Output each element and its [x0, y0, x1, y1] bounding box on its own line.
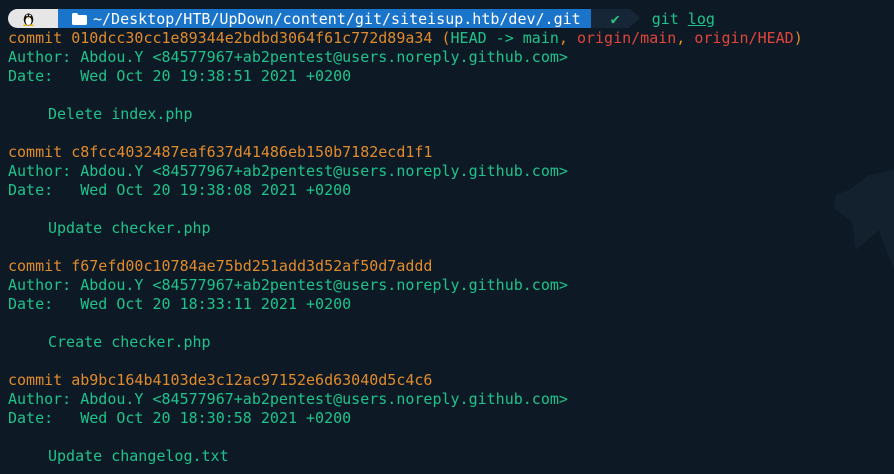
- commit-label: commit: [8, 29, 63, 47]
- ref-head: HEAD -> main: [450, 29, 559, 47]
- commit-hash: ab9bc164b4103de3c12ac97152e6d63040d5c4c6: [71, 371, 433, 389]
- date-value: Wed Oct 20 18:30:58 2021 +0200: [80, 409, 352, 427]
- commit-label: commit: [8, 143, 63, 161]
- author-line: Author: Abdou.Y <84577967+ab2pentest@use…: [8, 390, 894, 409]
- shell-prompt: ~/Desktop/HTB/UpDown/content/git/siteisu…: [8, 9, 715, 28]
- commit-label: commit: [8, 257, 63, 275]
- commit-hash: c8fcc4032487eaf637d41486eb150b7182ecd1f1: [71, 143, 433, 161]
- commit-line: commit c8fcc4032487eaf637d41486eb150b718…: [8, 143, 894, 162]
- commit-message: Update changelog.txt: [48, 447, 229, 465]
- refs-separator: ,: [558, 29, 577, 47]
- refs-close-paren: ): [793, 29, 803, 47]
- author-label: Author:: [8, 276, 72, 294]
- prompt-os-segment: [8, 9, 68, 28]
- refs-open-paren: (: [441, 29, 451, 47]
- author-value: Abdou.Y <84577967+ab2pentest@users.norep…: [80, 48, 568, 66]
- author-value: Abdou.Y <84577967+ab2pentest@users.norep…: [80, 390, 568, 408]
- commit-line: commit f67efd00c10784ae75bd251add3d52af5…: [8, 257, 894, 276]
- commit-label: commit: [8, 371, 63, 389]
- date-line: Date: Wed Oct 20 19:38:08 2021 +0200: [8, 181, 894, 200]
- date-line: Date: Wed Oct 20 18:33:11 2021 +0200: [8, 295, 894, 314]
- commit-hash: 010dcc30cc1e89344e2bdbd3064f61c772d89a34: [71, 29, 433, 47]
- date-value: Wed Oct 20 18:33:11 2021 +0200: [80, 295, 352, 313]
- ref-origin-head: origin/HEAD: [694, 29, 794, 47]
- date-label: Date:: [8, 181, 54, 199]
- author-value: Abdou.Y <84577967+ab2pentest@users.norep…: [80, 162, 568, 180]
- ref-origin-main: origin/main: [576, 29, 677, 47]
- commit-message: Create checker.php: [48, 333, 211, 351]
- date-label: Date:: [8, 409, 54, 427]
- prompt-status-segment: ✔: [590, 9, 640, 28]
- commit-message: Delete index.php: [48, 105, 193, 123]
- commit-line: commit 010dcc30cc1e89344e2bdbd3064f61c77…: [8, 29, 894, 48]
- command-name: git: [651, 9, 679, 28]
- date-line: Date: Wed Oct 20 19:38:51 2021 +0200: [8, 67, 894, 86]
- author-line: Author: Abdou.Y <84577967+ab2pentest@use…: [8, 276, 894, 295]
- git-log-output: commit 010dcc30cc1e89344e2bdbd3064f61c77…: [8, 29, 894, 466]
- author-line: Author: Abdou.Y <84577967+ab2pentest@use…: [8, 162, 894, 181]
- refs-separator: ,: [676, 29, 695, 47]
- folder-icon: [72, 12, 87, 25]
- command-argument: log: [687, 9, 715, 28]
- date-value: Wed Oct 20 19:38:51 2021 +0200: [80, 67, 352, 85]
- date-line: Date: Wed Oct 20 18:30:58 2021 +0200: [8, 409, 894, 428]
- date-label: Date:: [8, 67, 54, 85]
- author-label: Author:: [8, 162, 72, 180]
- linux-penguin-icon: [23, 13, 34, 26]
- command-line[interactable]: git log: [652, 10, 715, 28]
- author-label: Author:: [8, 390, 72, 408]
- prompt-path-segment: ~/Desktop/HTB/UpDown/content/git/siteisu…: [58, 9, 601, 28]
- prompt-path-text: ~/Desktop/HTB/UpDown/content/git/siteisu…: [93, 9, 581, 28]
- checkmark-icon: ✔: [610, 9, 620, 28]
- commit-hash: f67efd00c10784ae75bd251add3d52af50d7addd: [71, 257, 433, 275]
- date-value: Wed Oct 20 19:38:08 2021 +0200: [80, 181, 352, 199]
- author-value: Abdou.Y <84577967+ab2pentest@users.norep…: [80, 276, 568, 294]
- commit-line: commit ab9bc164b4103de3c12ac97152e6d6304…: [8, 371, 894, 390]
- date-label: Date:: [8, 295, 54, 313]
- author-label: Author:: [8, 48, 72, 66]
- commit-message: Update checker.php: [48, 219, 211, 237]
- author-line: Author: Abdou.Y <84577967+ab2pentest@use…: [8, 48, 894, 67]
